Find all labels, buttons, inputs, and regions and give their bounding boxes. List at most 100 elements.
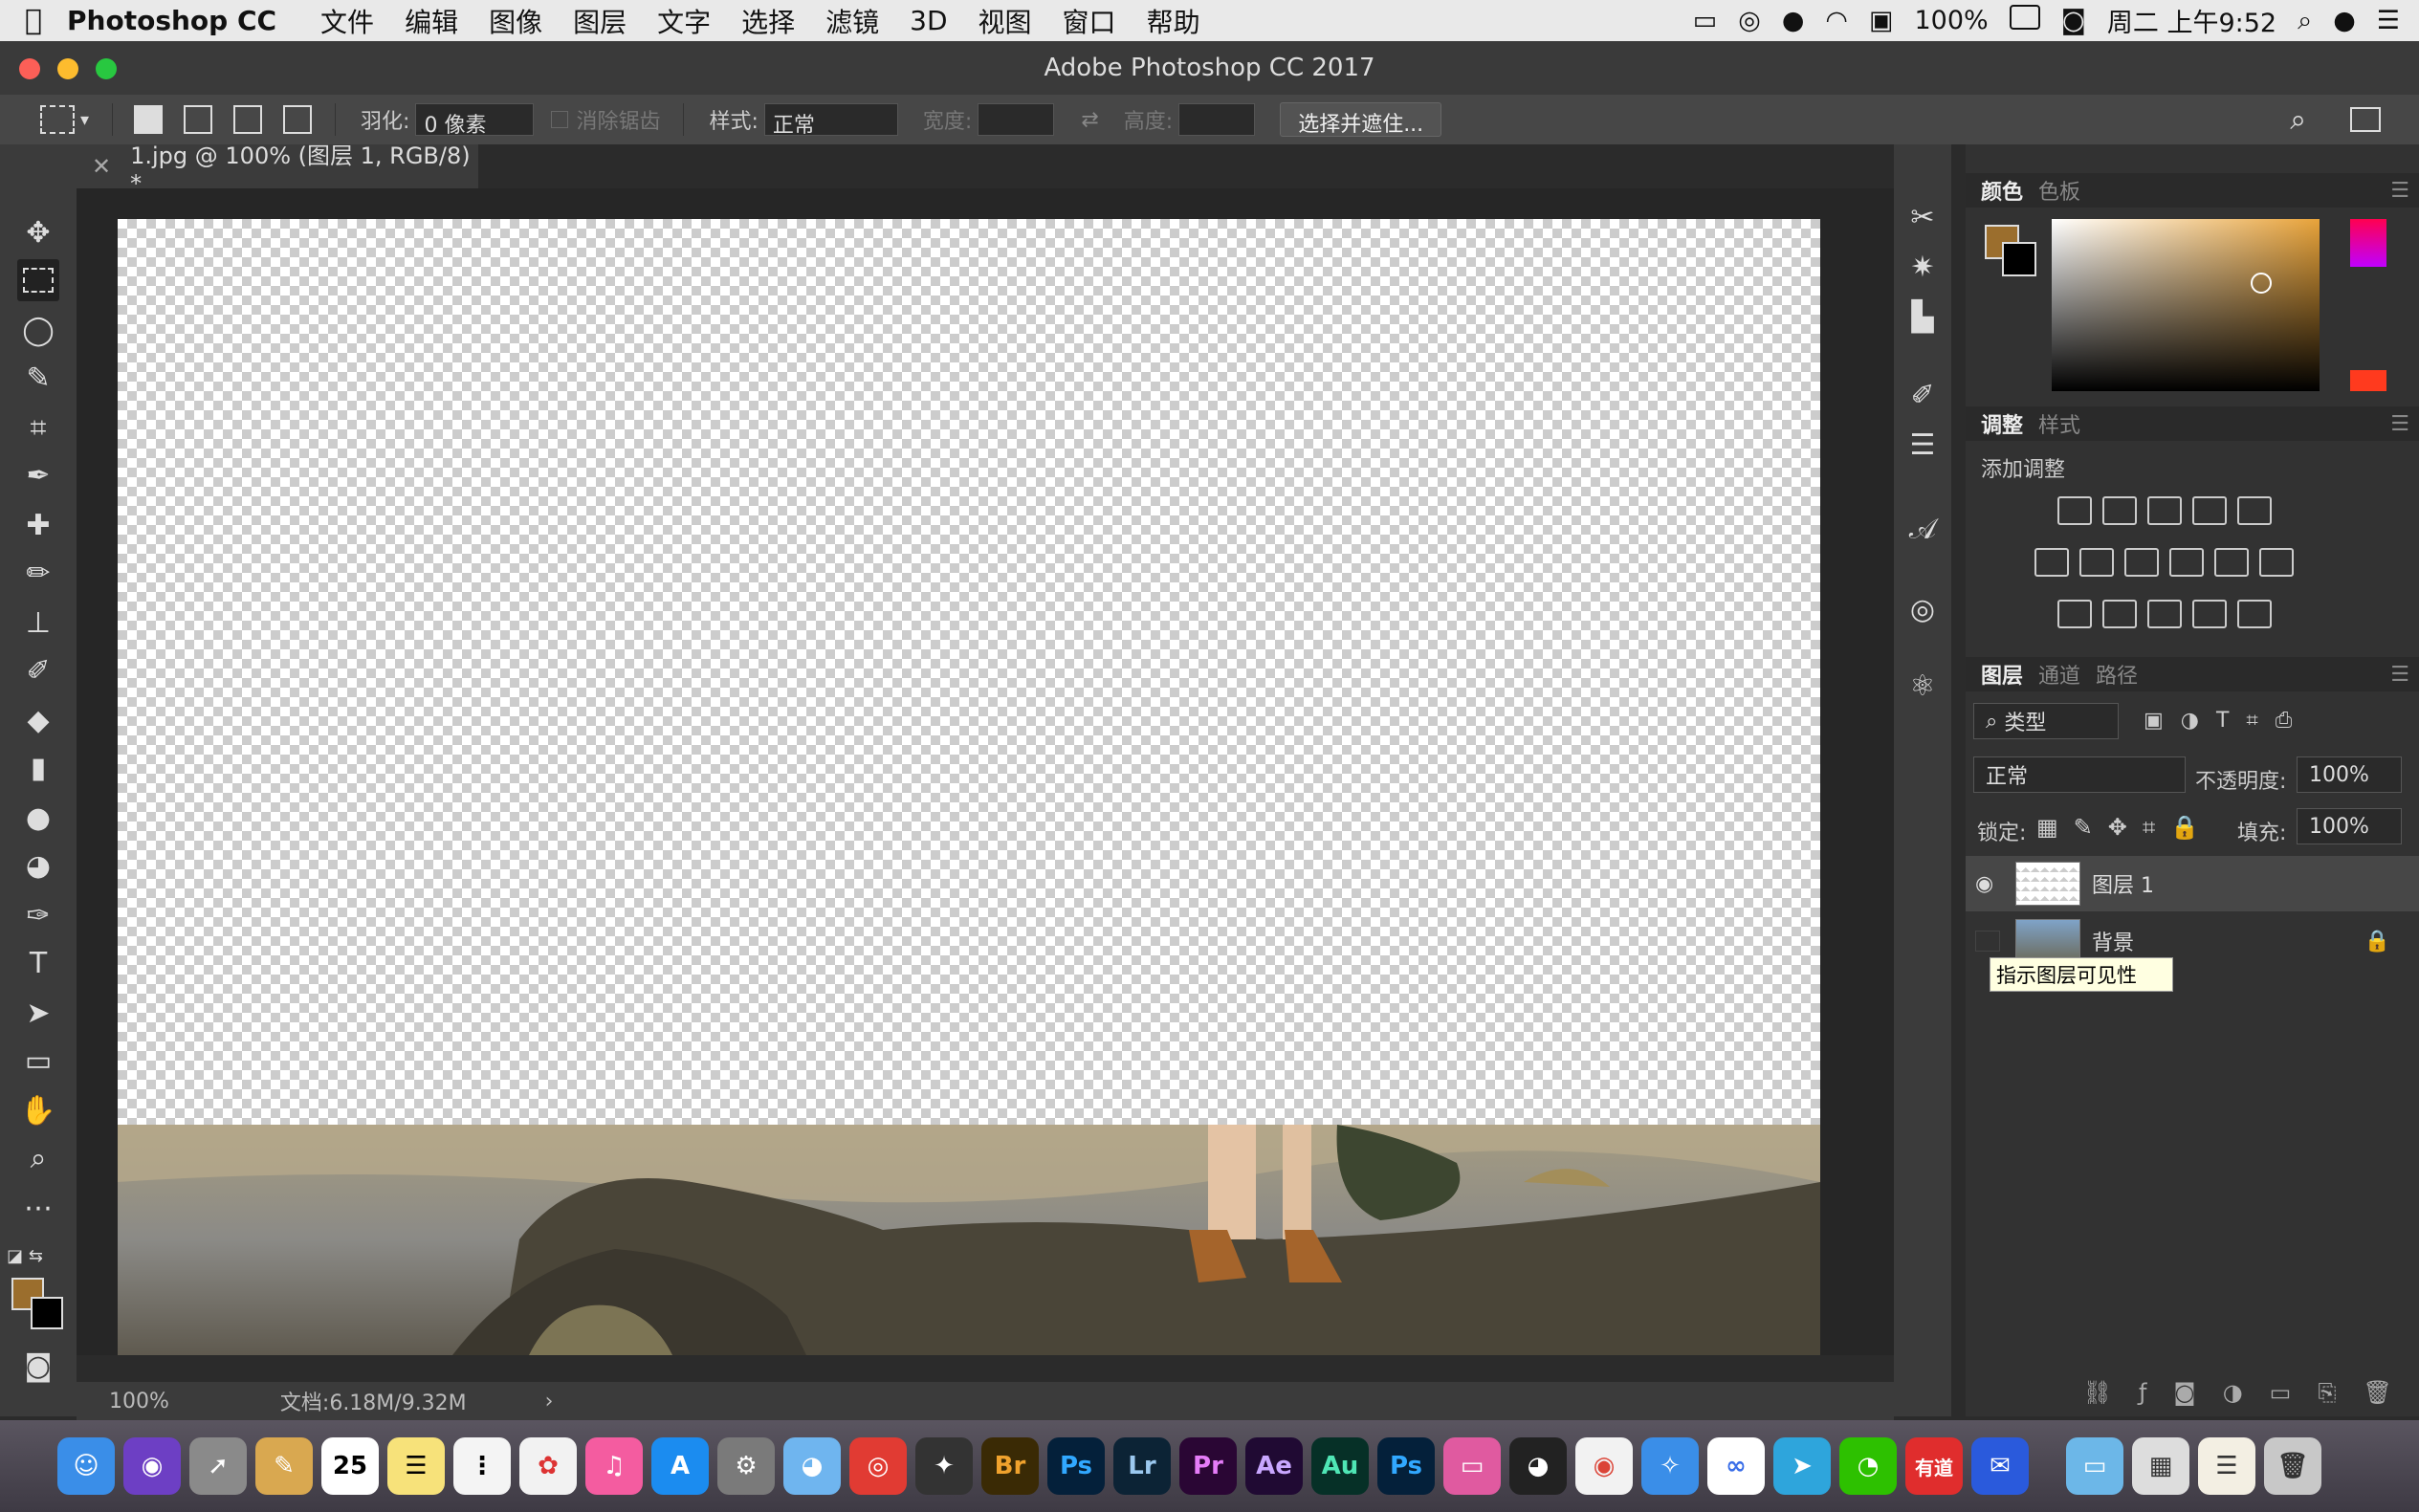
new-selection-icon[interactable]	[134, 105, 164, 134]
lasso-tool-icon[interactable]: ◯	[17, 309, 59, 351]
gradient-map-icon[interactable]	[2237, 600, 2272, 628]
spotlight-icon[interactable]: ⌕	[2298, 6, 2312, 36]
dock-qq-browser[interactable]: ◕	[783, 1437, 841, 1495]
dock-bridge[interactable]: Br	[981, 1437, 1039, 1495]
pen-tool-icon[interactable]: ✑	[17, 894, 59, 936]
document-tab[interactable]: ✕ 1.jpg @ 100% (图层 1, RGB/8) *	[77, 142, 478, 197]
zoom-window-button[interactable]	[96, 58, 117, 79]
style-select[interactable]: 正常	[763, 103, 898, 138]
posterize-icon[interactable]	[2102, 600, 2137, 628]
close-tab-icon[interactable]: ✕	[92, 153, 111, 180]
dock-audition[interactable]: Au	[1311, 1437, 1369, 1495]
layer-filter-kind[interactable]: ⌕ 类型	[1973, 703, 2119, 739]
antialias-checkbox[interactable]	[551, 111, 569, 128]
dock-final-cut[interactable]: ✦	[915, 1437, 973, 1495]
layer-name[interactable]: 图层 1	[2092, 868, 2154, 899]
color-balance-icon[interactable]	[2079, 548, 2114, 577]
height-input[interactable]	[1178, 103, 1256, 136]
black-white-icon[interactable]	[2124, 548, 2159, 577]
dock-lightroom[interactable]: Lr	[1113, 1437, 1171, 1495]
tab-paths[interactable]: 路径	[2096, 659, 2138, 690]
menu-help[interactable]: 帮助	[1147, 2, 1200, 40]
dock-photoshop-2[interactable]: Ps	[1377, 1437, 1435, 1495]
marquee-tool-icon[interactable]	[17, 259, 59, 301]
menu-layer[interactable]: 图层	[573, 2, 627, 40]
menu-3d[interactable]: 3D	[910, 5, 947, 36]
move-tool-icon[interactable]: ✥	[17, 211, 59, 253]
levels-icon[interactable]	[2102, 496, 2137, 525]
tool-presets-icon[interactable]: ✂	[1902, 196, 1944, 238]
dock-finder[interactable]: ☺	[57, 1437, 115, 1495]
gradient-tool-icon[interactable]: ▮	[17, 747, 59, 789]
path-selection-tool-icon[interactable]: ➤	[17, 992, 59, 1034]
dock-calendar[interactable]: 25	[321, 1437, 379, 1495]
layers-footer-icons[interactable]: ⛓ƒ◙◑▭⎘🗑	[1966, 1370, 2419, 1414]
selective-color-icon[interactable]	[2192, 600, 2227, 628]
opacity-input[interactable]: 100%	[2297, 756, 2402, 793]
dock-reminders[interactable]: ⋮	[453, 1437, 511, 1495]
dodge-tool-icon[interactable]: ◕	[17, 844, 59, 887]
microphone-icon[interactable]: ●	[1782, 6, 1805, 35]
hue-saturation-icon[interactable]	[2034, 548, 2069, 577]
background-color-swatch[interactable]	[31, 1297, 63, 1329]
dock-photoshop[interactable]: Ps	[1047, 1437, 1105, 1495]
libraries-icon[interactable]: ◎	[1902, 588, 1944, 630]
menu-image[interactable]: 图像	[489, 2, 542, 40]
tab-layers[interactable]: 图层	[1981, 659, 2023, 690]
hue-slider[interactable]	[2350, 219, 2386, 267]
wifi-icon[interactable]: ◠	[1825, 6, 1848, 35]
add-to-selection-icon[interactable]	[184, 105, 213, 134]
layer-row[interactable]: ◉ 图层 1	[1966, 856, 2419, 911]
lock-icons[interactable]: ▦✎✥⌗🔒	[2036, 814, 2214, 841]
swap-icon[interactable]: ⇄	[1081, 108, 1098, 132]
dock-docs[interactable]: ☰	[2198, 1437, 2255, 1495]
crop-tool-icon[interactable]: ⌗	[17, 406, 59, 449]
panel-menu-icon[interactable]: ☰	[2390, 663, 2409, 687]
app-status-icon[interactable]: ◙	[2061, 6, 2086, 35]
close-window-button[interactable]	[19, 58, 40, 79]
subtract-selection-icon[interactable]	[233, 105, 263, 134]
invert-icon[interactable]	[2057, 600, 2092, 628]
workspace-icon[interactable]	[2350, 107, 2381, 132]
visibility-toggle[interactable]	[1975, 931, 2000, 952]
blend-mode-select[interactable]: 正常	[1973, 756, 2186, 793]
eyedropper-tool-icon[interactable]: ✒	[17, 454, 59, 496]
threshold-icon[interactable]	[2147, 600, 2182, 628]
clock[interactable]: 周二 上午9:52	[2107, 2, 2276, 39]
chevron-down-icon[interactable]: ▾	[80, 110, 89, 130]
fill-input[interactable]: 100%	[2297, 808, 2402, 844]
dock-dict[interactable]: ✉	[1971, 1437, 2029, 1495]
dock-after-effects[interactable]: Ae	[1245, 1437, 1303, 1495]
layer-filter-icons[interactable]: ▣◑T⌗⎙	[2144, 709, 2309, 733]
brush-tool-icon[interactable]: ✏	[17, 552, 59, 594]
feather-input[interactable]: 0 像素	[415, 103, 535, 138]
properties-icon[interactable]: ☰	[1902, 424, 1944, 466]
eye-icon[interactable]: ◉	[1975, 872, 2000, 896]
channel-mixer-icon[interactable]	[2214, 548, 2249, 577]
histogram-icon[interactable]: ▙	[1902, 296, 1944, 338]
dock-premiere[interactable]: Pr	[1179, 1437, 1237, 1495]
dock-netease-music[interactable]: ◎	[849, 1437, 907, 1495]
dock-trash-icon[interactable]: 🗑	[2264, 1437, 2321, 1495]
dock-itunes[interactable]: ♫	[585, 1437, 643, 1495]
dock-launchpad[interactable]: ➚	[189, 1437, 247, 1495]
blur-tool-icon[interactable]: ●	[17, 797, 59, 839]
menu-file[interactable]: 文件	[320, 2, 374, 40]
menu-edit[interactable]: 编辑	[405, 2, 458, 40]
airplay-icon[interactable]: ▭	[1693, 6, 1718, 35]
quick-mask-icon[interactable]: ◙	[17, 1345, 59, 1387]
siri-icon[interactable]: ●	[2333, 6, 2356, 35]
tab-channels[interactable]: 通道	[2038, 659, 2080, 690]
exposure-icon[interactable]	[2192, 496, 2227, 525]
app-menu[interactable]: Photoshop CC	[67, 5, 276, 36]
document-canvas[interactable]	[118, 219, 1820, 1355]
tab-adjustments[interactable]: 调整	[1981, 408, 2023, 439]
dock-preview[interactable]: ✎	[255, 1437, 313, 1495]
clone-stamp-tool-icon[interactable]: ⊥	[17, 602, 59, 644]
display-icon[interactable]: ▣	[1869, 6, 1894, 35]
color-bg-swatch[interactable]	[2002, 242, 2036, 276]
battery-icon[interactable]	[2009, 5, 2040, 36]
navigator-icon[interactable]: ✷	[1902, 246, 1944, 288]
panel-menu-icon[interactable]: ☰	[2390, 179, 2409, 203]
dock-baidu[interactable]: ∞	[1707, 1437, 1765, 1495]
